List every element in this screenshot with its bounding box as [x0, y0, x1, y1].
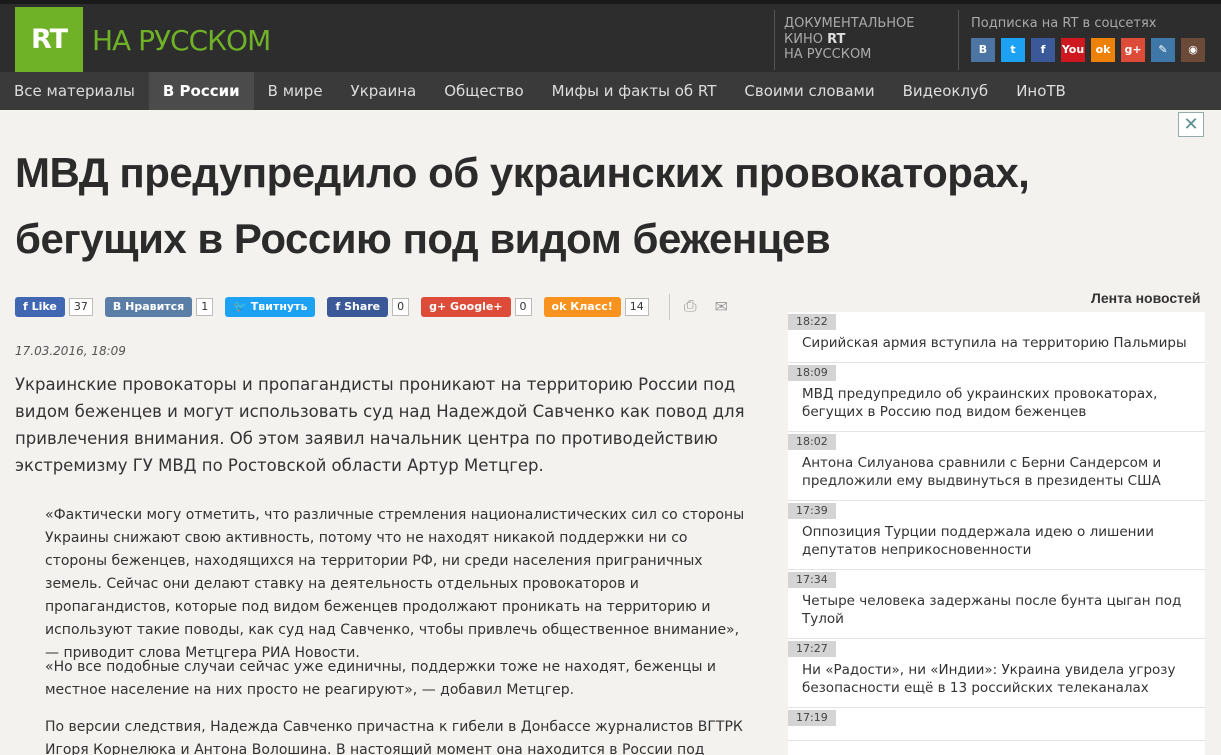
news-time: 17:19 — [788, 710, 836, 726]
instagram-icon[interactable]: ◉ — [1181, 38, 1205, 62]
news-feed-item[interactable]: 17:27 Ни «Радости», ни «Индии»: Украина у… — [788, 639, 1205, 708]
googleplus-icon[interactable]: g+ — [1121, 38, 1145, 62]
odnoklassniki-icon: ok — [551, 300, 571, 313]
documentary-link[interactable]: ДОКУМЕНТАЛЬНОЕ КИНО RT НА РУССКОМ — [784, 16, 915, 63]
main-nav: Все материалы В России В мире Украина Общест… — [0, 72, 1221, 110]
news-headline[interactable]: Оппозиция Турции поддержала идею о лишен… — [788, 519, 1205, 569]
nav-item[interactable]: В мире — [254, 72, 337, 110]
news-feed-item[interactable]: 17:34 Четыре человека задержаны после бун… — [788, 570, 1205, 639]
news-headline[interactable]: Антона Силуанова сравнили с Берни Сандер… — [788, 450, 1205, 500]
email-icon[interactable]: ✉ — [715, 297, 728, 317]
vk-icon[interactable]: В — [971, 38, 995, 62]
nav-item[interactable]: Украина — [337, 72, 431, 110]
article-quote-1: «Фактически могу отметить, что различные… — [45, 507, 745, 661]
news-feed-title: Лента новостей — [1091, 290, 1201, 306]
nav-item[interactable]: Общество — [430, 72, 537, 110]
nav-item[interactable]: В России — [148, 72, 254, 110]
share-bar: f Like 37 В Нравится 1 🐦 Твитнуть f Shar… — [15, 294, 746, 320]
odnoklassniki-share-button[interactable]: ok Класс! — [543, 297, 621, 317]
subscribe-label: Подписка на RT в соцсетях — [971, 16, 1157, 31]
print-icon[interactable]: ⎙ — [684, 298, 697, 316]
social-icons: Вt f You ok g+ ✎ ◉ — [971, 38, 1205, 62]
news-headline[interactable]: Сирийская армия вступила на территорию П… — [788, 330, 1205, 362]
nav-item[interactable]: Все материалы — [0, 72, 149, 110]
news-time: 18:22 — [788, 314, 836, 330]
publish-date: 17.03.2016, 18:09 — [15, 344, 126, 358]
news-time: 17:39 — [788, 503, 836, 519]
news-headline[interactable] — [788, 726, 1205, 740]
news-time: 18:09 — [788, 365, 836, 381]
news-headline[interactable]: Четыре человека задержаны после бунта цы… — [788, 588, 1205, 638]
twitter-icon: 🐦 — [233, 300, 251, 313]
article-quote-2: «Но все подобные случаи сейчас уже едини… — [45, 659, 717, 698]
doc-line-1: ДОКУМЕНТАЛЬНОЕ — [784, 16, 915, 31]
nav-item[interactable]: Мифы и факты об RT — [538, 72, 731, 110]
news-feed-item[interactable]: 18:22 Сирийская армия вступила на террито… — [788, 312, 1205, 363]
news-time: 18:02 — [788, 434, 836, 450]
googleplus-share-button[interactable]: g+ Google+ — [421, 297, 511, 317]
news-feed-item[interactable]: 18:09 МВД предупредило об украинских пров… — [788, 363, 1205, 432]
nav-item[interactable]: ИноТВ — [1002, 72, 1080, 110]
close-icon[interactable]: ✕ — [1178, 112, 1204, 137]
twitter-share-button[interactable]: 🐦 Твитнуть — [225, 297, 316, 317]
news-feed: 18:22 Сирийская армия вступила на террито… — [788, 312, 1205, 755]
rt-logo[interactable]: RT — [15, 7, 83, 73]
livejournal-icon[interactable]: ✎ — [1151, 38, 1175, 62]
vk-like-count: 1 — [196, 298, 214, 316]
googleplus-count: 0 — [514, 298, 532, 316]
doc-line-3: НА РУССКОМ — [784, 47, 872, 62]
twitter-icon[interactable]: t — [1001, 38, 1025, 62]
news-feed-item[interactable]: 17:19 — [788, 708, 1205, 741]
news-headline[interactable]: МВД предупредило об украинских провокато… — [788, 381, 1205, 431]
divider — [668, 294, 670, 320]
top-bar: RT НА РУССКОМ ДОКУМЕНТАЛЬНОЕ КИНО RT НА … — [0, 0, 1221, 73]
nav-item[interactable]: Видеоклуб — [889, 72, 1003, 110]
odnoklassniki-count: 14 — [624, 298, 649, 316]
facebook-icon: f — [335, 300, 345, 313]
doc-line-2: КИНО RT — [784, 31, 846, 47]
article-lead: Украинские провокаторы и пропагандисты п… — [15, 375, 745, 475]
facebook-like-count: 37 — [68, 298, 93, 316]
nav-item[interactable]: Своими словами — [730, 72, 888, 110]
vk-icon: В — [112, 300, 126, 313]
odnoklassniki-icon[interactable]: ok — [1091, 38, 1115, 62]
news-feed-item[interactable]: 17:39 Оппозиция Турции поддержала идею о … — [788, 501, 1205, 570]
youtube-icon[interactable]: You — [1061, 38, 1085, 62]
news-time: 17:27 — [788, 641, 836, 657]
news-time: 17:34 — [788, 572, 836, 588]
article-title: МВД предупредило об украинских провокато… — [15, 149, 1030, 262]
facebook-like-button[interactable]: f Like — [15, 297, 65, 317]
googleplus-icon: g+ — [429, 300, 451, 313]
facebook-icon[interactable]: f — [1031, 38, 1055, 62]
divider — [958, 10, 959, 70]
news-feed-item[interactable]: 18:02 Антона Силуанова сравнили с Берни С… — [788, 432, 1205, 501]
logo-text[interactable]: НА РУССКОМ — [92, 24, 271, 57]
vk-like-button[interactable]: В Нравится — [104, 297, 193, 317]
facebook-share-button[interactable]: f Share — [327, 297, 389, 317]
divider — [774, 10, 775, 70]
article-paragraph: По версии следствия, Надежда Савченко пр… — [45, 719, 743, 755]
facebook-share-count: 0 — [392, 298, 410, 316]
news-headline[interactable]: Ни «Радости», ни «Индии»: Украина увидел… — [788, 657, 1205, 707]
facebook-icon: f — [23, 300, 32, 313]
